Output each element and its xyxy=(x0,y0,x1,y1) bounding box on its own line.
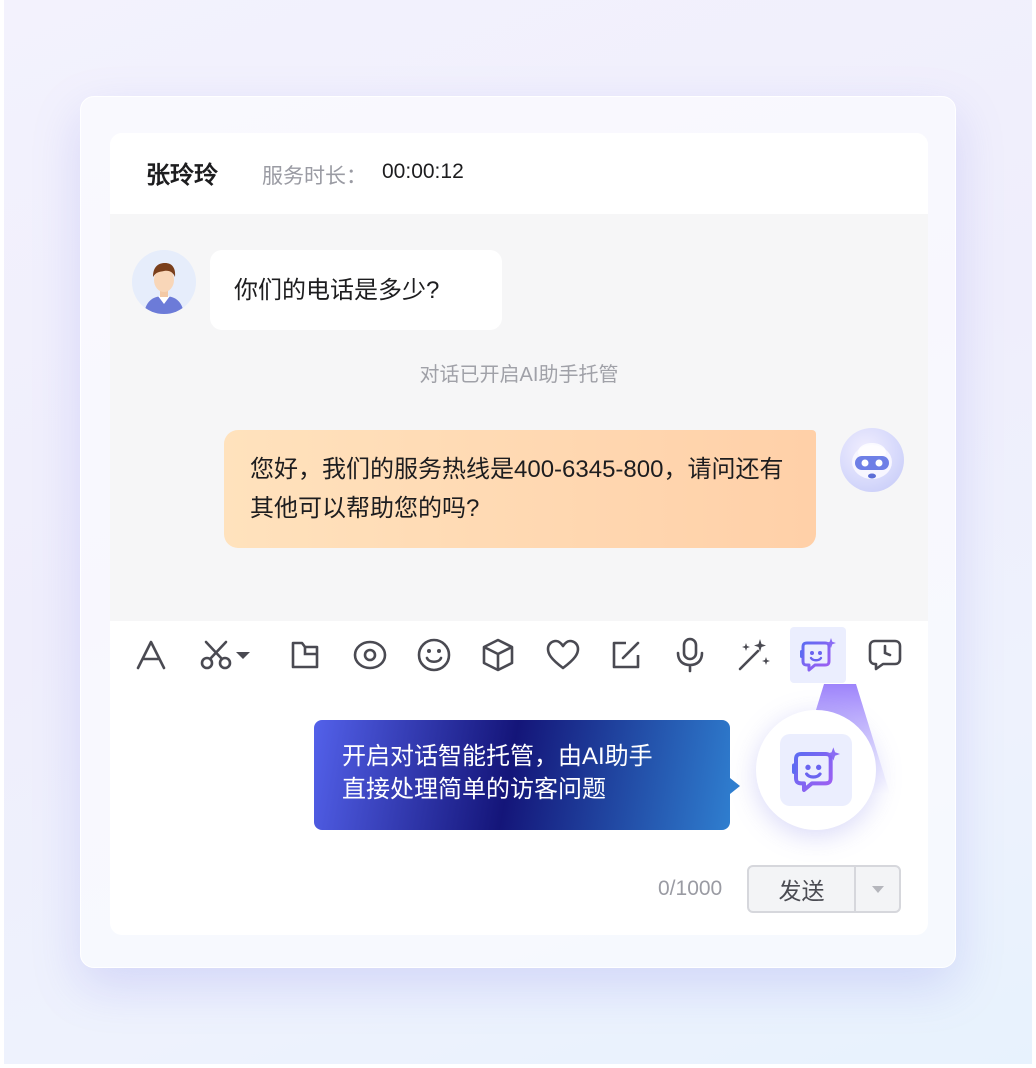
magic-wand-icon[interactable] xyxy=(729,627,779,683)
scissors-icon[interactable] xyxy=(190,627,260,683)
smiley-icon[interactable] xyxy=(409,627,459,683)
send-options-dropdown[interactable] xyxy=(856,867,899,911)
agent-name: 张玲玲 xyxy=(146,162,218,189)
chat-window: 张玲玲 服务时长： 00:00:12 你们的电话是多少? 对话已开启AI助手托管… xyxy=(110,133,928,935)
file-icon[interactable] xyxy=(280,627,330,683)
editor-toolbar xyxy=(110,621,928,691)
ai-bot-icon[interactable] xyxy=(790,627,846,683)
tooltip-arrow xyxy=(730,778,740,794)
ai-bot-highlight-icon xyxy=(780,734,852,806)
cube-icon[interactable] xyxy=(473,627,523,683)
char-counter: 0/1000 xyxy=(658,877,723,900)
edit-icon[interactable] xyxy=(601,627,651,683)
chevron-down-icon xyxy=(236,652,250,659)
service-duration-value: 00:00:12 xyxy=(382,160,464,183)
message-list: 你们的电话是多少? 对话已开启AI助手托管 您好，我们的服务热线是400-634… xyxy=(110,214,928,621)
ai-bot-highlight[interactable] xyxy=(756,710,876,830)
bot-message: 您好，我们的服务热线是400-6345-800，请问还有其他可以帮助您的吗? xyxy=(224,430,816,548)
send-button[interactable]: 发送 xyxy=(749,867,856,911)
bot-avatar xyxy=(840,428,904,492)
heart-icon[interactable] xyxy=(538,627,588,683)
microphone-icon[interactable] xyxy=(665,627,715,683)
visitor-message: 你们的电话是多少? xyxy=(210,250,502,330)
font-icon[interactable] xyxy=(126,627,176,683)
system-notice: 对话已开启AI助手托管 xyxy=(419,364,619,386)
tooltip-line-1: 开启对话智能托管，由AI助手 xyxy=(342,743,653,770)
chat-header: 张玲玲 服务时长： 00:00:12 xyxy=(110,133,928,214)
chevron-down-icon xyxy=(871,885,884,893)
send-button-group: 发送 xyxy=(747,865,901,913)
ai-hosting-tooltip: 开启对话智能托管，由AI助手 直接处理简单的访客问题 xyxy=(314,720,730,830)
service-duration-label: 服务时长： xyxy=(262,165,367,188)
visitor-avatar xyxy=(132,250,196,314)
tooltip-line-2: 直接处理简单的访客问题 xyxy=(342,776,606,803)
clock-message-icon[interactable] xyxy=(860,627,910,683)
eye-icon[interactable] xyxy=(345,627,395,683)
